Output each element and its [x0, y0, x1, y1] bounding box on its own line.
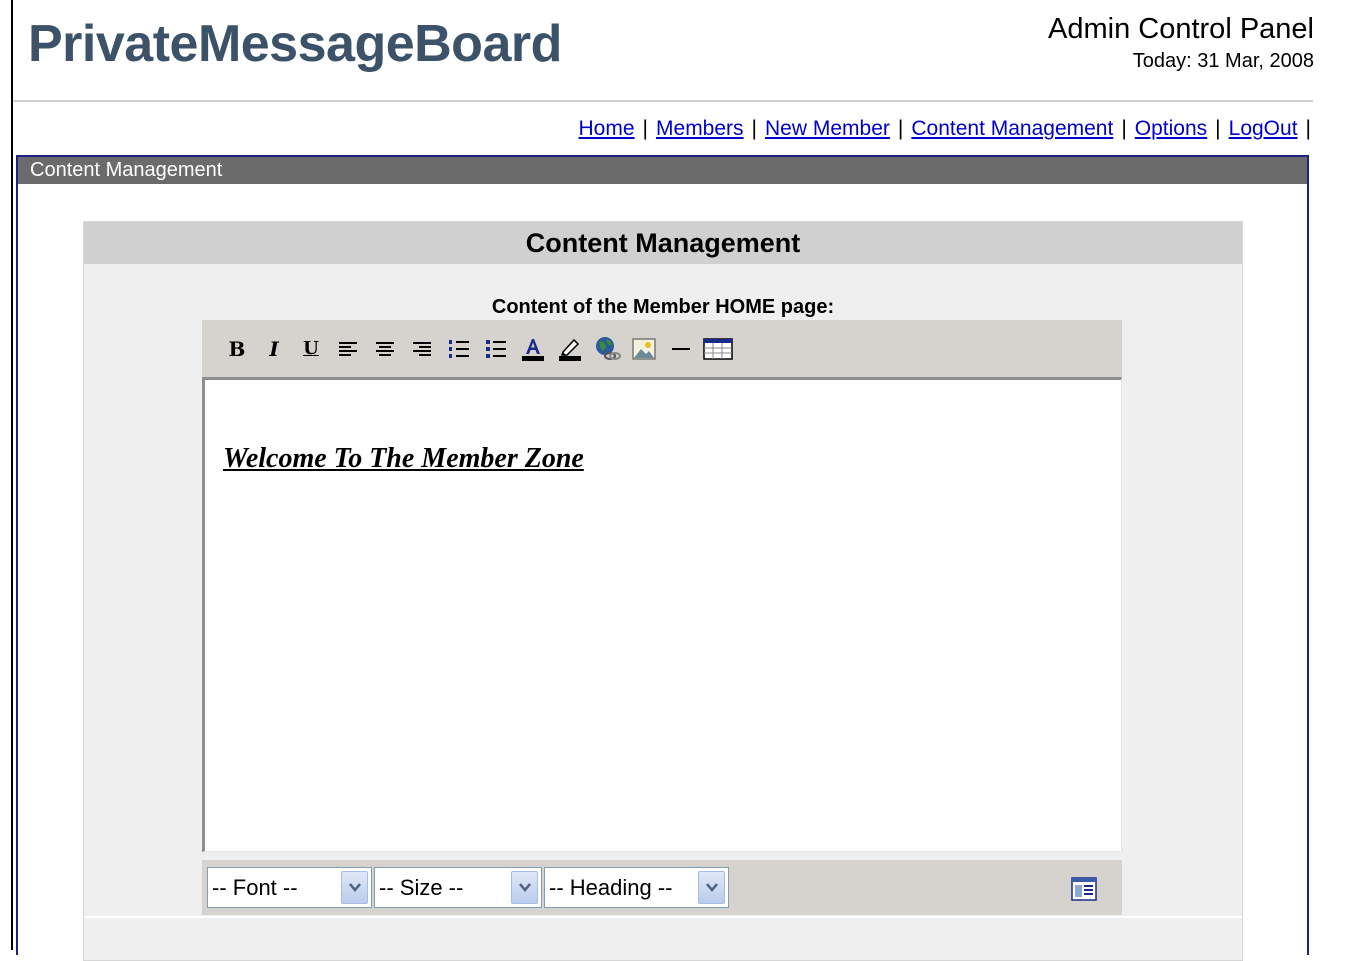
ordered-list-icon [449, 339, 469, 358]
header-divider [13, 100, 1313, 102]
admin-panel-title: Admin Control Panel [1048, 13, 1314, 45]
editor-content-area[interactable]: Welcome To The Member Zone [202, 377, 1122, 852]
nav-options-link[interactable]: Options [1135, 115, 1207, 143]
insert-link-icon [596, 336, 621, 360]
align-right-button[interactable] [405, 331, 439, 367]
content-box-divider [84, 916, 1242, 918]
font-select-value: -- Font -- [212, 874, 298, 900]
nav-content-management-link[interactable]: Content Management [911, 115, 1113, 143]
welcome-heading: Welcome To The Member Zone [223, 443, 584, 474]
align-left-icon [339, 341, 357, 356]
rich-text-editor: B I U Welcome To The Member Zone -- Font… [202, 320, 1122, 915]
heading-select-value: -- Heading -- [549, 874, 673, 900]
nav-separator: | [1215, 117, 1221, 140]
text-color-icon [522, 338, 544, 361]
underline-button[interactable]: U [294, 331, 328, 367]
nav-separator: | [1305, 117, 1311, 140]
highlight-color-icon [559, 338, 581, 361]
today-date: Today: 31 Mar, 2008 [1132, 50, 1314, 72]
unordered-list-button[interactable] [479, 331, 513, 367]
italic-icon: I [269, 336, 279, 361]
align-left-button[interactable] [331, 331, 365, 367]
font-select[interactable]: -- Font -- [207, 867, 372, 908]
nav-members-link[interactable]: Members [656, 115, 744, 143]
top-nav: Home | Members | New Member | Content Ma… [579, 115, 1311, 143]
panel-header: Content Management [18, 157, 1307, 184]
ordered-list-button[interactable] [442, 331, 476, 367]
nav-new-member-link[interactable]: New Member [765, 115, 890, 143]
chevron-down-icon[interactable] [511, 871, 538, 904]
nav-separator: | [897, 117, 904, 140]
highlight-color-button[interactable] [553, 331, 587, 367]
size-select[interactable]: -- Size -- [374, 867, 542, 908]
horizontal-rule-icon [672, 347, 690, 350]
bold-icon: B [228, 336, 246, 361]
insert-table-button[interactable] [701, 331, 735, 367]
editor-bottom-bar: -- Font -- -- Size -- -- Heading -- [202, 860, 1122, 915]
nav-separator: | [751, 117, 758, 140]
size-select-value: -- Size -- [379, 874, 464, 900]
editor-toolbar: B I U [202, 320, 1122, 377]
align-center-button[interactable] [368, 331, 402, 367]
nav-separator: | [642, 117, 649, 140]
page-frame-border [11, 0, 13, 950]
html-source-icon [1071, 877, 1097, 901]
align-right-icon [413, 341, 431, 356]
insert-table-icon [703, 337, 733, 360]
text-color-button[interactable] [516, 331, 550, 367]
content-box-title: Content Management [84, 222, 1242, 264]
insert-link-button[interactable] [590, 331, 624, 367]
insert-image-button[interactable] [627, 331, 661, 367]
horizontal-rule-button[interactable] [664, 331, 698, 367]
html-source-toggle-button[interactable] [1070, 874, 1100, 902]
chevron-down-icon[interactable] [341, 871, 368, 904]
nav-separator: | [1121, 117, 1127, 140]
content-field-label: Content of the Member HOME page: [491, 296, 835, 318]
content-box: Content Management Content of the Member… [83, 221, 1243, 961]
nav-home-link[interactable]: Home [579, 115, 635, 143]
chevron-down-icon[interactable] [698, 871, 725, 904]
insert-image-icon [632, 337, 656, 360]
content-management-panel: Content Management Content Management Co… [16, 155, 1309, 961]
unordered-list-icon [486, 339, 506, 358]
align-center-icon [376, 341, 394, 356]
site-title: PrivateMessageBoard [28, 15, 562, 73]
bold-button[interactable]: B [220, 331, 254, 367]
heading-select[interactable]: -- Heading -- [544, 867, 729, 908]
underline-icon: U [303, 338, 319, 359]
nav-logout-link[interactable]: LogOut [1229, 115, 1298, 143]
italic-button[interactable]: I [257, 331, 291, 367]
